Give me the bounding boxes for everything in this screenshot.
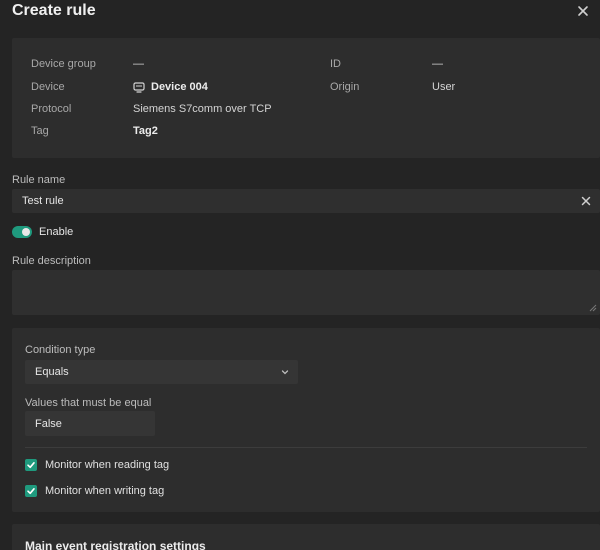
values-equal-input[interactable]: False — [25, 411, 155, 436]
condition-type-value: Equals — [35, 366, 69, 378]
main-event-title[interactable]: Main event registration settings — [25, 539, 206, 550]
monitor-writing-label: Monitor when writing tag — [45, 485, 165, 497]
close-icon[interactable] — [576, 4, 590, 18]
origin-label: Origin — [330, 81, 360, 93]
rule-name-value: Test rule — [22, 195, 64, 207]
rule-info-panel: Device group — Device Device 004 Protoco… — [12, 38, 600, 158]
id-value: — — [432, 58, 443, 70]
monitor-reading-checkbox-row[interactable]: Monitor when reading tag — [25, 459, 169, 471]
tag-label: Tag — [31, 125, 49, 137]
clear-icon[interactable] — [580, 195, 592, 207]
monitor-reading-checkbox[interactable] — [25, 459, 37, 471]
dialog-title: Create rule — [12, 2, 96, 19]
id-label: ID — [330, 58, 341, 70]
monitor-reading-label: Monitor when reading tag — [45, 459, 170, 471]
condition-type-select[interactable]: Equals — [25, 360, 298, 384]
resize-grip-icon[interactable] — [589, 304, 597, 312]
checkmark-icon — [27, 462, 35, 469]
values-equal-label: Values that must be equal — [25, 397, 152, 409]
condition-divider — [25, 447, 587, 448]
rule-name-input[interactable]: Test rule — [12, 189, 600, 213]
rule-name-label: Rule name — [12, 174, 66, 186]
device-group-value: — — [133, 58, 144, 70]
values-equal-value: False — [35, 418, 62, 430]
protocol-label: Protocol — [31, 103, 72, 115]
enable-toggle[interactable] — [12, 226, 32, 238]
device-group-label: Device group — [31, 58, 96, 70]
rule-description-label: Rule description — [12, 255, 91, 267]
device-label: Device — [31, 81, 65, 93]
origin-value: User — [432, 81, 456, 93]
checkmark-icon — [27, 488, 35, 495]
protocol-value: Siemens S7comm over TCP — [133, 103, 272, 115]
monitor-icon — [133, 81, 145, 93]
rule-description-textarea[interactable] — [12, 270, 600, 315]
enable-toggle-row[interactable]: Enable — [12, 226, 73, 238]
chevron-down-icon — [281, 370, 289, 375]
monitor-writing-checkbox[interactable] — [25, 485, 37, 497]
device-value-group: Device 004 — [133, 81, 208, 93]
enable-label: Enable — [39, 226, 74, 238]
create-rule-dialog: Create rule Device group — Device Device… — [0, 0, 600, 550]
tag-value: Tag2 — [133, 125, 158, 137]
monitor-writing-checkbox-row[interactable]: Monitor when writing tag — [25, 485, 164, 497]
condition-type-label: Condition type — [25, 344, 96, 356]
device-value: Device 004 — [151, 81, 208, 93]
